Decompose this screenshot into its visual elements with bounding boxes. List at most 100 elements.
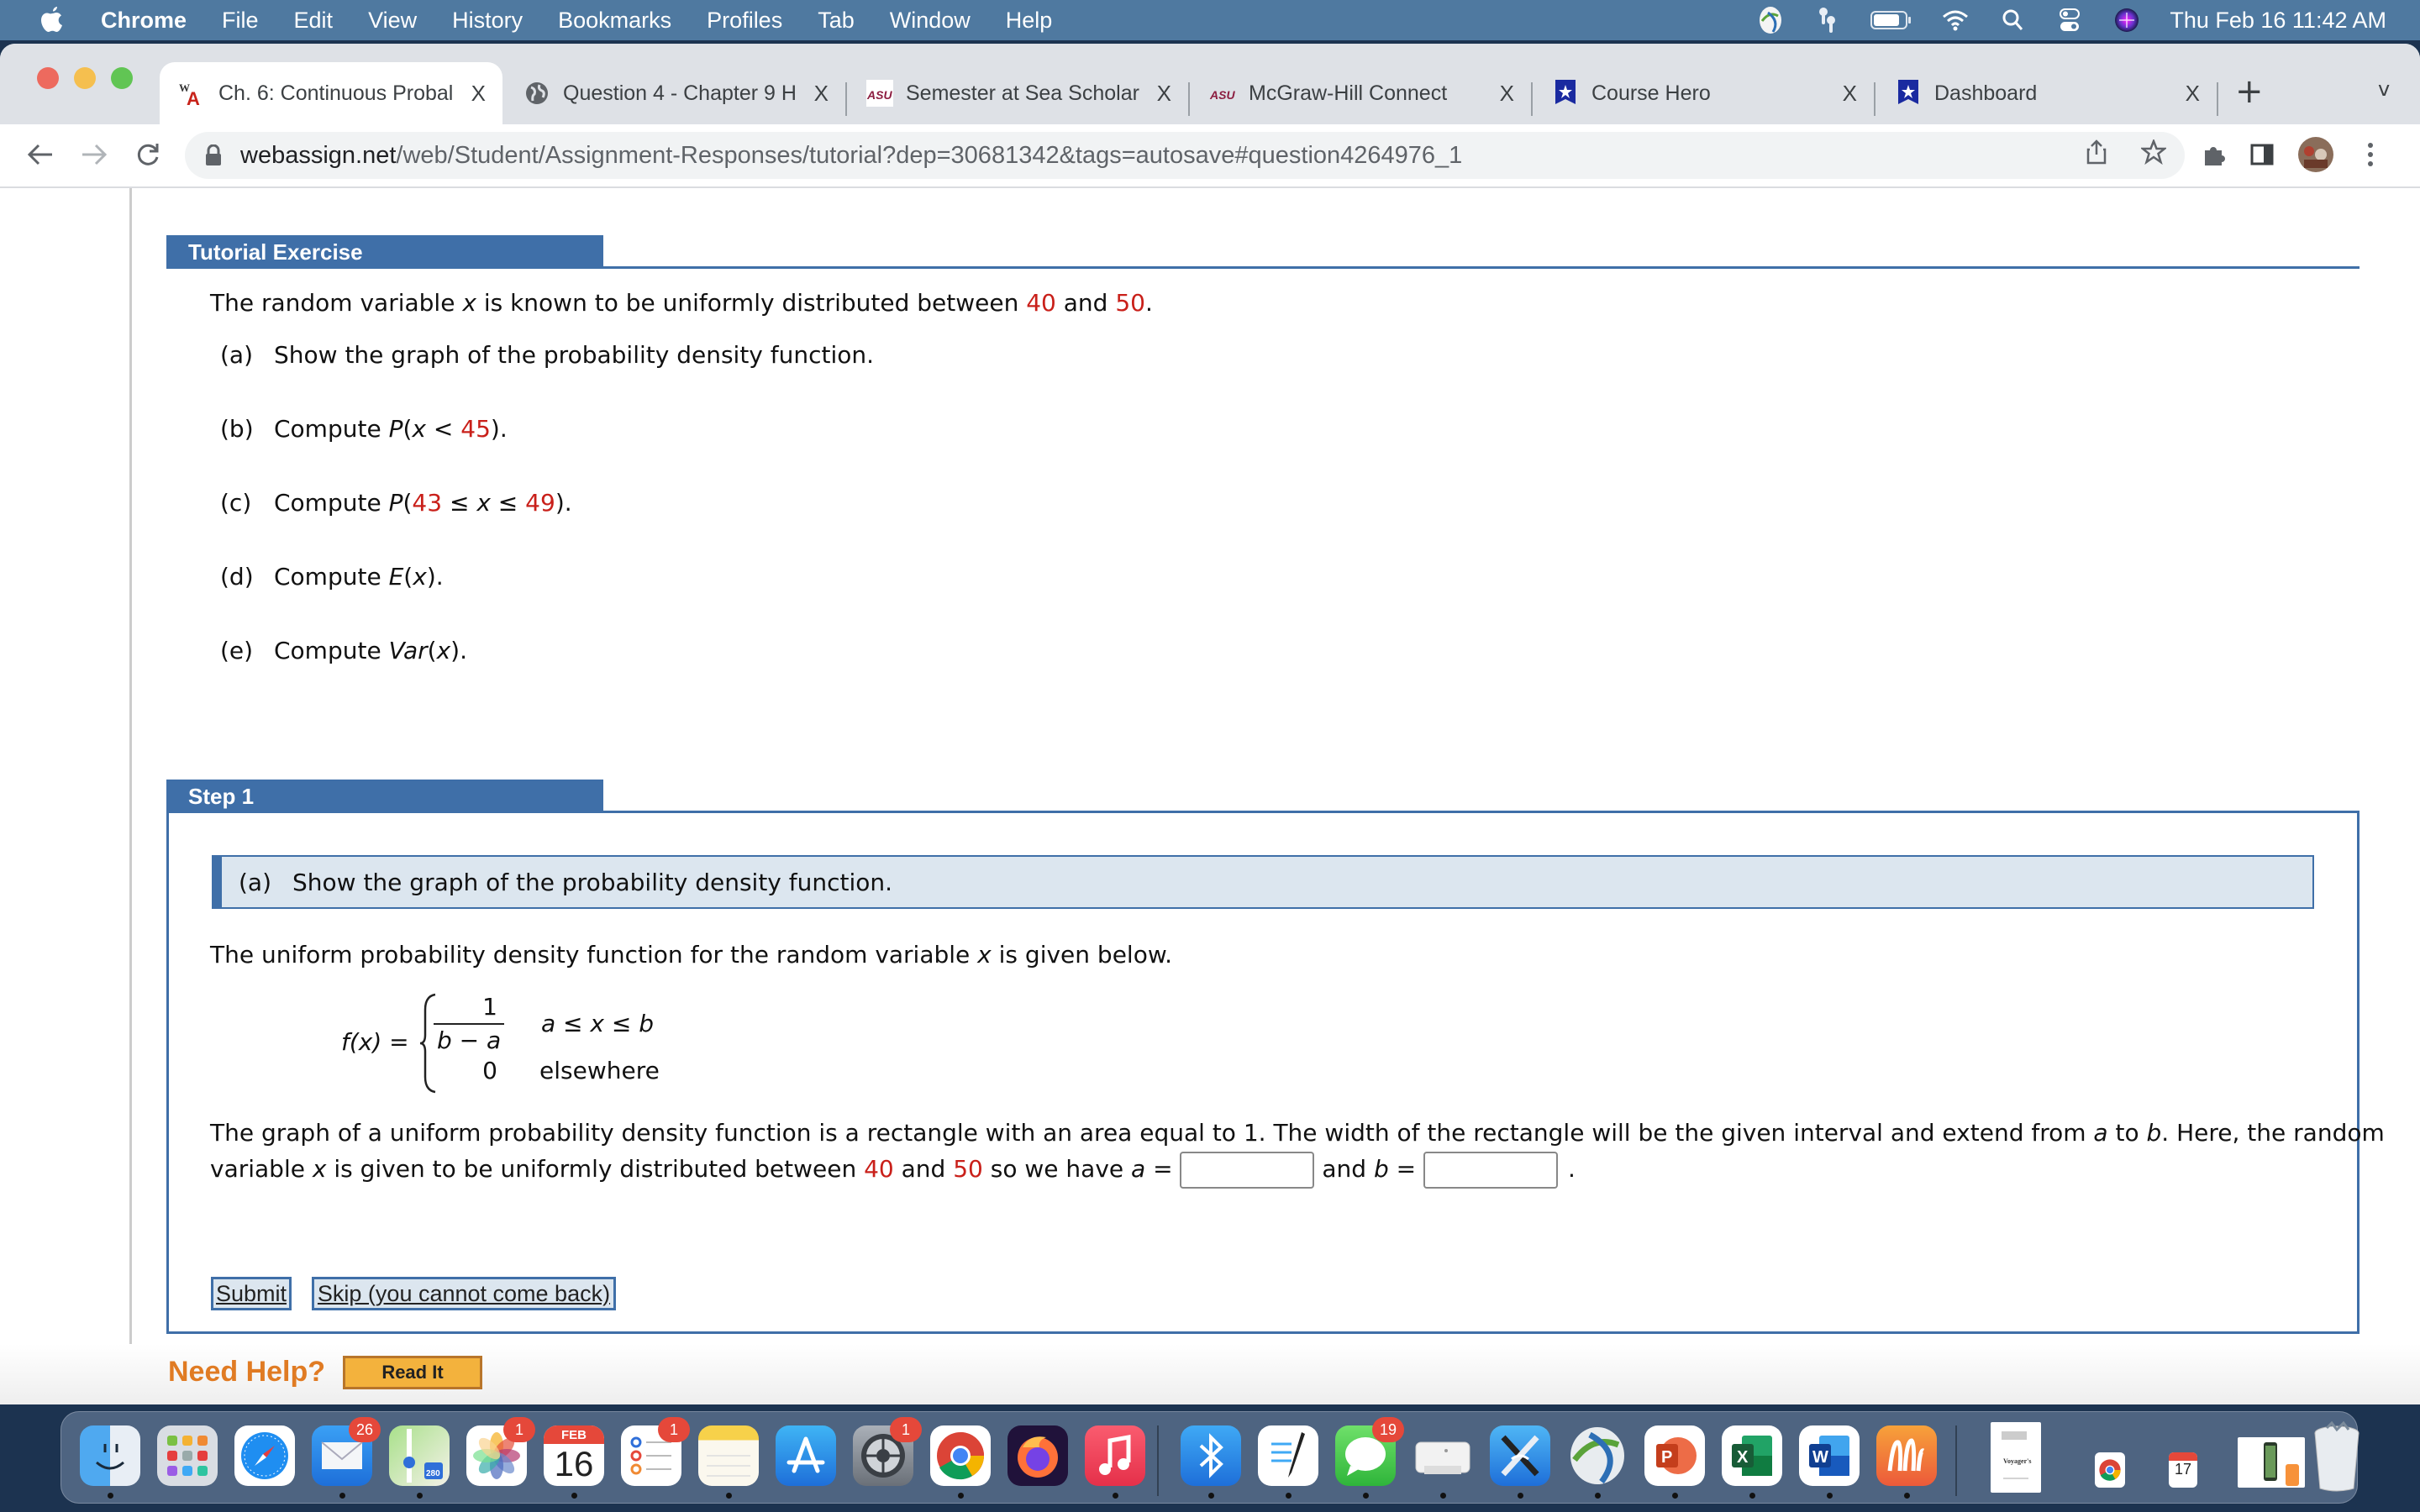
tab-question-4[interactable]: Question 4 - Chapter 9 H X <box>504 62 845 124</box>
dock-music[interactable] <box>1085 1425 1145 1486</box>
menu-history[interactable]: History <box>452 8 523 34</box>
dock-excel[interactable]: X <box>1722 1425 1782 1486</box>
submit-button[interactable]: Submit <box>211 1277 292 1310</box>
running-indicator <box>1113 1493 1118 1499</box>
profile-avatar[interactable] <box>2297 136 2334 176</box>
dock-photos[interactable]: 1 <box>466 1417 535 1486</box>
dock-messages[interactable]: 19 <box>1335 1417 1404 1486</box>
b-answer-input[interactable] <box>1423 1152 1558 1189</box>
forward-arrow-icon[interactable] <box>76 136 113 173</box>
control-center-icon[interactable] <box>2055 8 2084 33</box>
dock-stack-photos[interactable] <box>2238 1437 2305 1488</box>
dock-notes[interactable] <box>698 1425 759 1486</box>
spotlight-search-icon[interactable] <box>1998 8 2027 33</box>
tab-search-chevron-icon[interactable]: v <box>2378 77 2390 101</box>
menu-file[interactable]: File <box>222 8 259 34</box>
menubar-clock[interactable]: Thu Feb 16 11:42 AM <box>2170 8 2386 34</box>
dock-music-memos[interactable] <box>1876 1425 1937 1486</box>
minimize-window-button[interactable] <box>74 67 96 89</box>
svg-text:Voyager's: Voyager's <box>2003 1457 2031 1465</box>
tab-dashboard[interactable]: Dashboard X <box>1876 62 2217 124</box>
siri-icon[interactable] <box>2112 8 2141 33</box>
skip-button[interactable]: Skip (you cannot come back) <box>312 1277 616 1310</box>
music-note-icon <box>1099 1435 1131 1475</box>
apple-menu-icon[interactable] <box>37 4 67 36</box>
tab-mcgraw-hill-connect[interactable]: ASU McGraw-Hill Connect X <box>1190 62 1531 124</box>
dock-safari[interactable] <box>234 1425 295 1486</box>
dock-launchpad[interactable] <box>157 1425 218 1486</box>
excel-icon: X <box>1732 1436 1772 1476</box>
dock-trash[interactable] <box>2308 1419 2365 1494</box>
dock-finder[interactable] <box>80 1425 140 1486</box>
tab-webassign[interactable]: WA Ch. 6: Continuous Probal X <box>160 62 502 124</box>
menu-app-chrome[interactable]: Chrome <box>101 8 187 34</box>
dock-stack-calendar[interactable]: 17 <box>2169 1452 2197 1488</box>
dock-cisco-anyconnect[interactable] <box>1567 1425 1628 1486</box>
dock-system-preferences[interactable]: 1 <box>853 1417 922 1486</box>
dock-textedit[interactable] <box>1258 1425 1318 1486</box>
side-panel-icon[interactable] <box>2250 143 2274 170</box>
close-tab-icon[interactable]: X <box>2186 81 2200 107</box>
close-tab-icon[interactable]: X <box>814 81 829 107</box>
zoom-window-button[interactable] <box>111 67 133 89</box>
share-icon[interactable] <box>2086 139 2107 171</box>
dock-app-store[interactable] <box>776 1425 836 1486</box>
running-indicator <box>1827 1493 1833 1499</box>
new-tab-button[interactable]: + <box>2235 72 2264 111</box>
tab-title: Semester at Sea Scholar <box>906 81 1139 105</box>
menu-bookmarks[interactable]: Bookmarks <box>558 8 671 34</box>
dock-mail[interactable]: 26 <box>312 1417 381 1486</box>
back-arrow-icon[interactable] <box>22 136 59 173</box>
menu-help[interactable]: Help <box>1006 8 1053 34</box>
close-tab-icon[interactable]: X <box>471 81 486 107</box>
close-window-button[interactable] <box>37 67 59 89</box>
close-tab-icon[interactable]: X <box>1843 81 1857 107</box>
bookmark-star-icon[interactable] <box>2139 138 2168 171</box>
read-it-button[interactable]: Read It <box>343 1356 482 1389</box>
explanation-line-1: The graph of a uniform probability densi… <box>210 1119 2385 1147</box>
chrome-menu-kebab-icon[interactable] <box>2366 141 2375 171</box>
dock-reminders[interactable]: 1 <box>621 1417 690 1486</box>
menu-tab[interactable]: Tab <box>818 8 855 34</box>
dock-chrome[interactable] <box>930 1425 991 1486</box>
dock-stack-voyagers-handbook[interactable]: Voyager's <box>1991 1422 2041 1493</box>
airpods-icon[interactable] <box>1813 8 1842 33</box>
url-host: webassign.net <box>240 141 397 169</box>
menu-profiles[interactable]: Profiles <box>707 8 782 34</box>
extensions-puzzle-icon[interactable] <box>2202 142 2227 171</box>
dock-word[interactable]: W <box>1799 1425 1860 1486</box>
menu-window[interactable]: Window <box>890 8 971 34</box>
dock-powerpoint[interactable]: P <box>1644 1425 1705 1486</box>
menu-view[interactable]: View <box>368 8 417 34</box>
cisco-anyconnect-globe-icon <box>1570 1427 1624 1484</box>
part-c: (c) Compute P(43 ≤ x ≤ 49). <box>220 489 572 517</box>
dock-printer[interactable] <box>1413 1425 1473 1486</box>
running-indicator <box>1440 1493 1446 1499</box>
dock-calendar[interactable]: FEB 16 <box>544 1425 604 1486</box>
close-tab-icon[interactable]: X <box>1500 81 1514 107</box>
chrome-logo-icon <box>937 1432 984 1480</box>
close-tab-icon[interactable]: X <box>1157 81 1171 107</box>
finder-icon <box>96 1444 124 1470</box>
lock-icon[interactable] <box>205 144 224 166</box>
dock-maps[interactable]: 280 <box>389 1425 450 1486</box>
a-answer-input[interactable] <box>1180 1152 1315 1189</box>
app-store-icon <box>786 1436 825 1473</box>
menu-edit[interactable]: Edit <box>294 8 334 34</box>
dock-stack-chrome-download[interactable] <box>2095 1452 2125 1488</box>
wifi-icon[interactable] <box>1941 8 1970 33</box>
battery-icon[interactable] <box>1870 8 1912 33</box>
photo-thumbnail-icon <box>2264 1442 2299 1486</box>
dock-wireless-diagnostics[interactable] <box>1490 1425 1550 1486</box>
calendar-month: FEB <box>544 1425 604 1444</box>
svg-text:A: A <box>187 88 200 107</box>
cisco-anyconnect-icon[interactable] <box>1756 7 1785 34</box>
tab-semester-at-sea[interactable]: ASU Semester at Sea Scholar X <box>847 62 1188 124</box>
address-bar[interactable]: webassign.net/web/Student/Assignment-Res… <box>185 132 2185 179</box>
dock-firefox[interactable] <box>1007 1425 1068 1486</box>
running-indicator <box>726 1493 732 1499</box>
reload-icon[interactable] <box>129 136 166 173</box>
globe-icon <box>523 79 551 108</box>
dock-bluetooth-file-exchange[interactable] <box>1181 1425 1241 1486</box>
tab-course-hero[interactable]: Course Hero X <box>1533 62 1874 124</box>
